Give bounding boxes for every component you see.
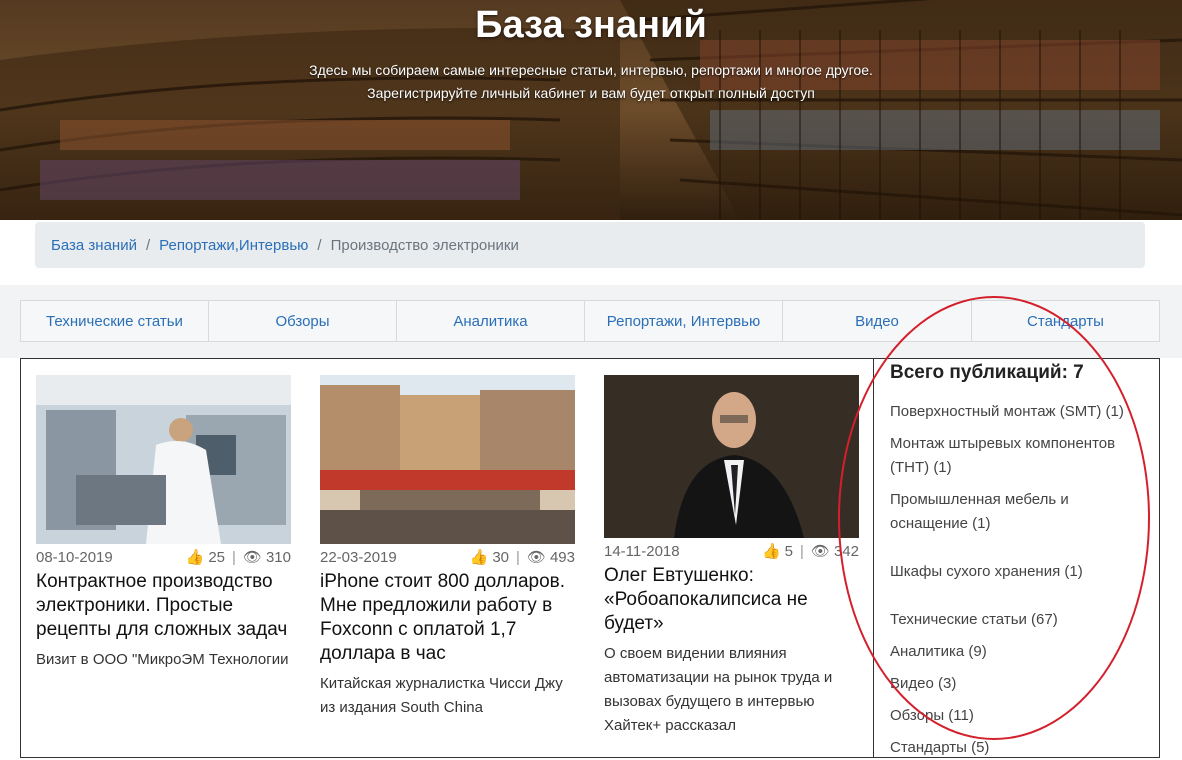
stats-separator: | bbox=[800, 542, 804, 560]
breadcrumb-current: Производство электроники bbox=[330, 236, 519, 254]
thumbs-up-icon: 👍 bbox=[761, 543, 781, 560]
sidebar-divider bbox=[873, 358, 874, 758]
sidebar-item-smt[interactable]: Поверхностный монтаж (SMT) (1) bbox=[890, 400, 1150, 424]
article-excerpt: Китайская журналистка Чисси Джу из издан… bbox=[320, 675, 563, 716]
likes-count: 25 bbox=[208, 548, 226, 566]
stats-separator: | bbox=[516, 548, 520, 566]
tab-standards[interactable]: Стандарты bbox=[971, 300, 1160, 342]
breadcrumb-link-knowledge-base[interactable]: База знаний bbox=[51, 237, 137, 254]
views-count: 310 bbox=[265, 548, 291, 566]
sidebar: Всего публикаций: 7 Поверхностный монтаж… bbox=[890, 362, 1150, 756]
sidebar-item-tht[interactable]: Монтаж штыревых компонентов (THT) (1) bbox=[890, 432, 1150, 480]
article-date: 14-11-2018 bbox=[604, 542, 680, 560]
sidebar-item-dry-cabinets[interactable]: Шкафы сухого хранения (1) bbox=[890, 560, 1150, 584]
publications-total: Всего публикаций: 7 bbox=[890, 362, 1084, 383]
views-count: 342 bbox=[833, 542, 859, 560]
sidebar-item-standards[interactable]: Стандарты (5) bbox=[890, 736, 1150, 760]
sidebar-item-technical-articles[interactable]: Технические статьи (67) bbox=[890, 608, 1150, 632]
sidebar-item-video[interactable]: Видео (3) bbox=[890, 672, 1150, 696]
eye-icon: 👁 bbox=[242, 549, 262, 566]
sidebar-item-furniture[interactable]: Промышленная мебель и оснащение (1) bbox=[890, 488, 1110, 536]
tab-video[interactable]: Видео bbox=[782, 300, 972, 342]
stats-separator: | bbox=[232, 548, 236, 566]
breadcrumb: База знаний / Репортажи,Интервью / Произ… bbox=[35, 222, 1145, 268]
article-image-factory[interactable] bbox=[36, 375, 291, 544]
views-count: 493 bbox=[549, 548, 575, 566]
article-card[interactable]: 14-11-2018 👍 5 | 👁 342 Олег Евтушенко: «… bbox=[604, 375, 859, 738]
sidebar-item-reviews[interactable]: Обзоры (11) bbox=[890, 704, 1150, 728]
sidebar-item-analytics[interactable]: Аналитика (9) bbox=[890, 640, 1150, 664]
hero-subtitle-line1: Здесь мы собираем самые интересные стать… bbox=[309, 62, 873, 78]
hero-banner: База знаний Здесь мы собираем самые инте… bbox=[0, 0, 1182, 220]
article-date: 22-03-2019 bbox=[320, 548, 397, 566]
likes-count: 30 bbox=[492, 548, 510, 566]
breadcrumb-separator: / bbox=[145, 236, 151, 254]
article-image-street[interactable] bbox=[320, 375, 575, 544]
article-title[interactable]: Олег Евтушенко: «Робоапокалипсиса не буд… bbox=[604, 564, 859, 636]
tab-reviews[interactable]: Обзоры bbox=[208, 300, 397, 342]
article-image-portrait[interactable] bbox=[604, 375, 859, 538]
breadcrumb-separator: / bbox=[317, 236, 322, 254]
tab-analytics[interactable]: Аналитика bbox=[396, 300, 585, 342]
eye-icon: 👁 bbox=[526, 549, 546, 566]
hero-subtitle-line2: Зарегистрируйте личный кабинет и вам буд… bbox=[367, 85, 815, 101]
category-tabs: Технические статьи Обзоры Аналитика Репо… bbox=[20, 300, 1160, 342]
article-card[interactable]: 08-10-2019 👍 25 | 👁 310 Контрактное прои… bbox=[36, 375, 291, 672]
article-title[interactable]: iPhone стоит 800 долларов. Мне предложил… bbox=[320, 570, 575, 666]
page-title: База знаний bbox=[475, 4, 707, 46]
article-excerpt: О своем видении влияния автоматизации на… bbox=[604, 645, 833, 734]
tab-technical-articles[interactable]: Технические статьи bbox=[20, 300, 209, 342]
article-title[interactable]: Контрактное производство электроники. Пр… bbox=[36, 570, 291, 642]
thumbs-up-icon: 👍 bbox=[469, 549, 489, 566]
eye-icon: 👁 bbox=[810, 543, 830, 560]
likes-count: 5 bbox=[784, 542, 794, 560]
article-date: 08-10-2019 bbox=[36, 548, 113, 566]
tab-reports-interviews[interactable]: Репортажи, Интервью bbox=[584, 300, 783, 342]
thumbs-up-icon: 👍 bbox=[185, 549, 205, 566]
breadcrumb-link-reports[interactable]: Репортажи,Интервью bbox=[159, 237, 308, 254]
article-card[interactable]: 22-03-2019 👍 30 | 👁 493 iPhone стоит 800… bbox=[320, 375, 575, 720]
article-excerpt: Визит в ООО "МикроЭМ Технологии bbox=[36, 651, 289, 668]
